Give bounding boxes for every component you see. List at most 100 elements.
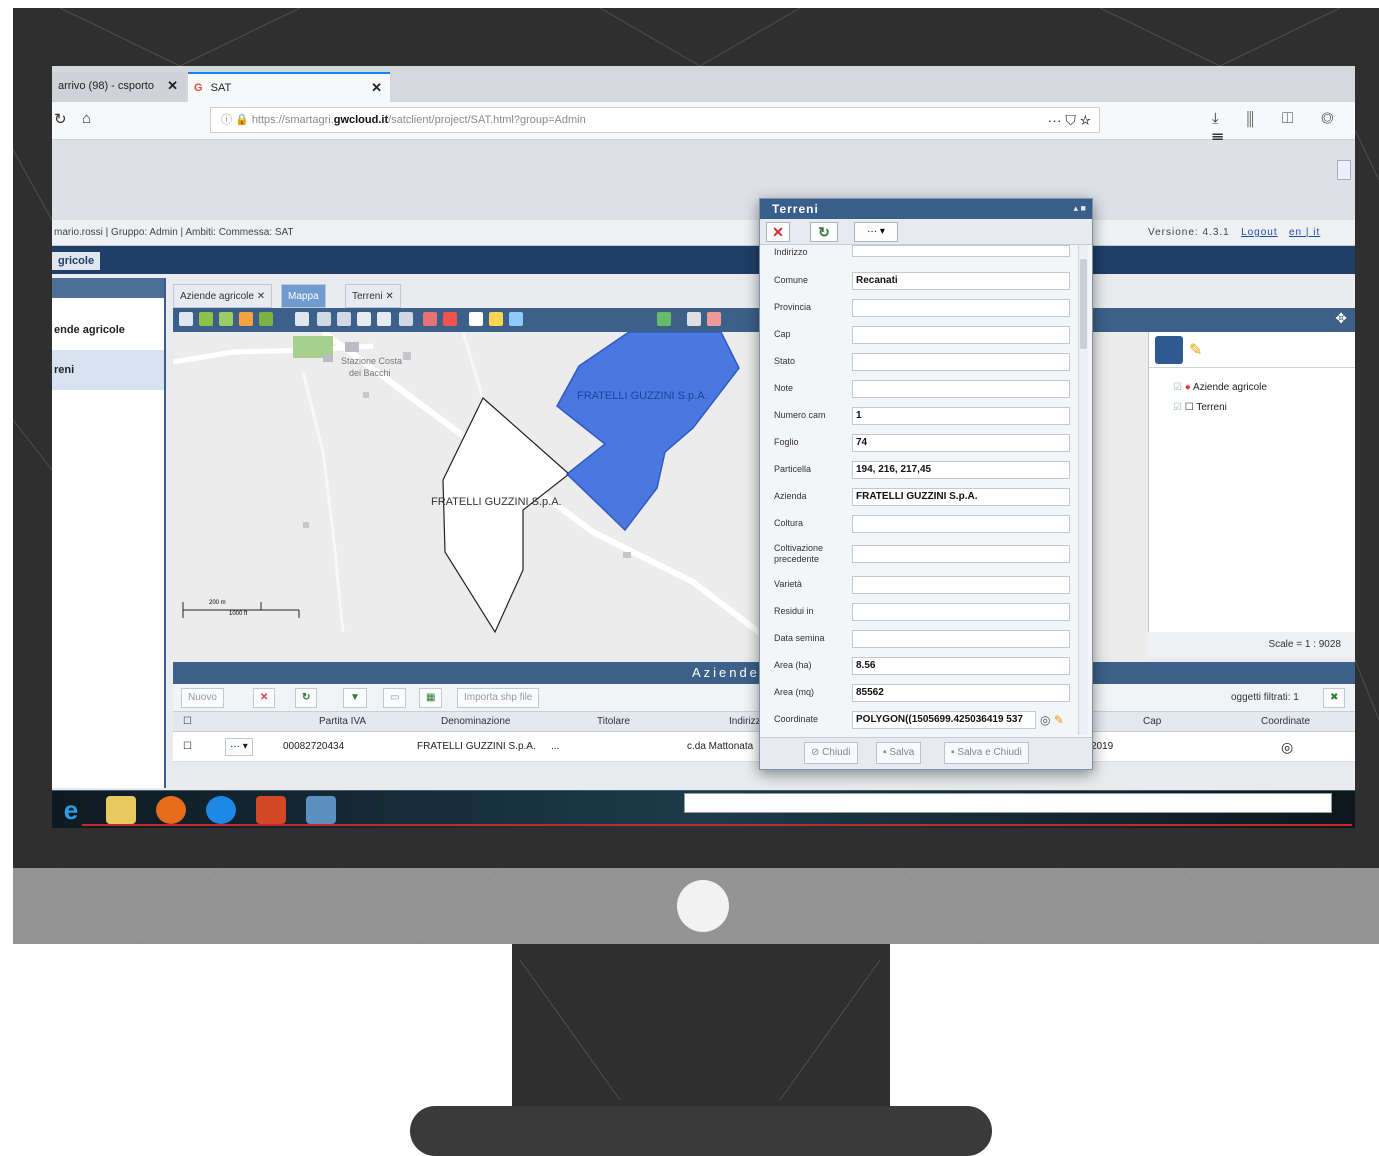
expand-icon[interactable]: ✥ — [1335, 310, 1347, 327]
tab-mappa[interactable]: Mappa — [281, 284, 326, 308]
zoom-out-icon[interactable] — [377, 312, 391, 326]
layers-icon[interactable] — [1155, 336, 1183, 364]
area-mq-input[interactable]: 85562 — [852, 684, 1070, 702]
zoom-box-icon[interactable] — [317, 312, 331, 326]
pdf-icon[interactable] — [707, 312, 721, 326]
zoom-in-icon[interactable] — [357, 312, 371, 326]
export-grid-icon[interactable]: ▭ — [383, 688, 407, 708]
reload-icon[interactable]: ↻ — [54, 110, 67, 128]
coltivazione-precedente-input[interactable] — [852, 545, 1070, 563]
col-denominazione[interactable]: Denominazione — [441, 712, 511, 732]
layer-item-terreni[interactable]: ☑ ☐ Terreni — [1149, 398, 1355, 418]
menu-item-terreni[interactable]: reni — [52, 350, 164, 390]
locate-icon[interactable]: ◎ — [1040, 713, 1050, 727]
corner-widget[interactable] — [1337, 160, 1351, 180]
area-ha-input[interactable]: 8.56 — [852, 657, 1070, 675]
excel-icon[interactable]: ▦ — [419, 688, 443, 708]
close-icon[interactable]: ✕ — [167, 72, 178, 100]
left-menu-header — [52, 278, 164, 298]
dialog-scrollbar[interactable] — [1078, 245, 1088, 735]
azienda-input[interactable]: FRATELLI GUZZINI S.p.A. — [852, 488, 1070, 506]
col-titolare[interactable]: Titolare — [597, 712, 630, 732]
coltura-input[interactable] — [852, 515, 1070, 533]
checkbox-icon[interactable]: ☑ — [1173, 382, 1182, 393]
app-icon[interactable] — [306, 796, 336, 824]
col-partita-iva[interactable]: Partita IVA — [319, 712, 366, 732]
tab-terreni[interactable]: Terreni ✕ — [345, 284, 401, 308]
new-button[interactable]: Nuovo — [181, 688, 224, 708]
skype-icon[interactable] — [206, 796, 236, 824]
folder-icon[interactable] — [106, 796, 136, 824]
select-icon[interactable] — [179, 312, 193, 326]
col-coordinate[interactable]: Coordinate — [1261, 712, 1310, 732]
print-icon[interactable] — [489, 312, 503, 326]
edit-icon[interactable] — [219, 312, 233, 326]
select-all-checkbox[interactable]: ☐ — [183, 712, 192, 732]
layer-item-aziende[interactable]: ☑ ● Aziende agricole — [1149, 378, 1355, 398]
home-icon[interactable]: ⌂ — [82, 110, 91, 127]
refresh-map-icon[interactable] — [399, 312, 413, 326]
powerpoint-icon[interactable] — [256, 796, 286, 824]
firefox-icon[interactable] — [156, 796, 186, 824]
locate-icon[interactable]: ◎ — [1281, 732, 1293, 762]
taskbar-search-field[interactable] — [684, 793, 1332, 813]
indirizzo-input[interactable] — [852, 245, 1070, 257]
comune-input[interactable]: Recanati — [852, 272, 1070, 290]
dialog-controls-icon[interactable]: ▴ ■ — [1068, 203, 1086, 215]
pencil-icon[interactable]: ✎ — [1054, 713, 1064, 727]
measure-icon[interactable] — [259, 312, 273, 326]
draw-icon[interactable] — [239, 312, 253, 326]
import-shp-button[interactable]: Importa shp file — [457, 688, 540, 708]
info-icon[interactable]: ⓘ 🔒 — [221, 114, 252, 126]
marker-icon[interactable] — [443, 312, 457, 326]
pin-icon[interactable] — [423, 312, 437, 326]
ie-icon[interactable]: e — [56, 796, 86, 824]
provincia-input[interactable] — [852, 299, 1070, 317]
row-checkbox[interactable]: ☐ — [183, 732, 192, 762]
list-icon[interactable] — [687, 312, 701, 326]
cap-input[interactable] — [852, 326, 1070, 344]
grid-icon[interactable] — [657, 312, 671, 326]
browser-navbar: ↻ ⌂ ⓘ 🔒 https://smartagri.gwcloud.it/sat… — [52, 102, 1355, 144]
url-bar[interactable]: ⓘ 🔒 https://smartagri.gwcloud.it/satclie… — [210, 107, 1100, 133]
checkbox-icon[interactable]: ☑ — [1173, 402, 1182, 413]
refresh-icon[interactable]: ↻ — [810, 222, 838, 242]
col-cap[interactable]: Cap — [1143, 712, 1161, 732]
field-label: Area (ha) — [774, 660, 812, 670]
stato-input[interactable] — [852, 353, 1070, 371]
foglio-input[interactable]: 74 — [852, 434, 1070, 452]
legend-icon[interactable]: ✎ — [1189, 340, 1202, 360]
numero-cam-input[interactable]: 1 — [852, 407, 1070, 425]
coordinate-input[interactable]: POLYGON((1505699.425036419 537 — [852, 711, 1036, 729]
save-close-button[interactable]: ▪ Salva e Chiudi — [944, 742, 1029, 764]
zoom-extent-icon[interactable] — [337, 312, 351, 326]
data-semina-input[interactable] — [852, 630, 1070, 648]
varieta-input[interactable] — [852, 576, 1070, 594]
delete-icon[interactable]: ✕ — [766, 222, 790, 242]
delete-icon[interactable]: ✕ — [253, 688, 276, 708]
clear-filter-icon[interactable]: ✖ — [1323, 688, 1346, 708]
browser-tab-mail[interactable]: arrivo (98) - csporto ✕ — [52, 72, 186, 102]
particella-input[interactable]: 194, 216, 217,45 — [852, 461, 1070, 479]
close-icon[interactable]: ✕ — [371, 74, 382, 102]
residui-input[interactable] — [852, 603, 1070, 621]
language-links[interactable]: en | it — [1289, 227, 1320, 238]
note-input[interactable] — [852, 380, 1070, 398]
export-icon[interactable] — [509, 312, 523, 326]
logout-link[interactable]: Logout — [1241, 227, 1278, 238]
browser-toolbar-icons[interactable]: ⤓ ⫼ ◫ ◎ ☰ — [1212, 110, 1355, 144]
pan-icon[interactable] — [295, 312, 309, 326]
url-actions[interactable]: ··· ⛉ ☆ — [1048, 108, 1091, 132]
save-button[interactable]: ▪ Salva — [876, 742, 922, 764]
refresh-icon[interactable]: ↻ — [295, 688, 318, 708]
browser-tab-sat[interactable]: G SAT ✕ — [188, 72, 390, 102]
info-tool-icon[interactable] — [469, 312, 483, 326]
more-menu-button[interactable]: ··· ▾ — [854, 222, 898, 242]
row-menu-button[interactable]: ··· ▾ — [225, 738, 253, 756]
tab-aziende-agricole[interactable]: Aziende agricole ✕ — [173, 284, 273, 308]
filter-icon[interactable]: ▼ — [343, 688, 367, 708]
layer-icon[interactable] — [199, 312, 213, 326]
close-button[interactable]: ⊘ Chiudi — [804, 742, 858, 764]
menu-item-aziende[interactable]: ende agricole — [52, 310, 164, 350]
scrollbar-thumb[interactable] — [1080, 259, 1087, 349]
